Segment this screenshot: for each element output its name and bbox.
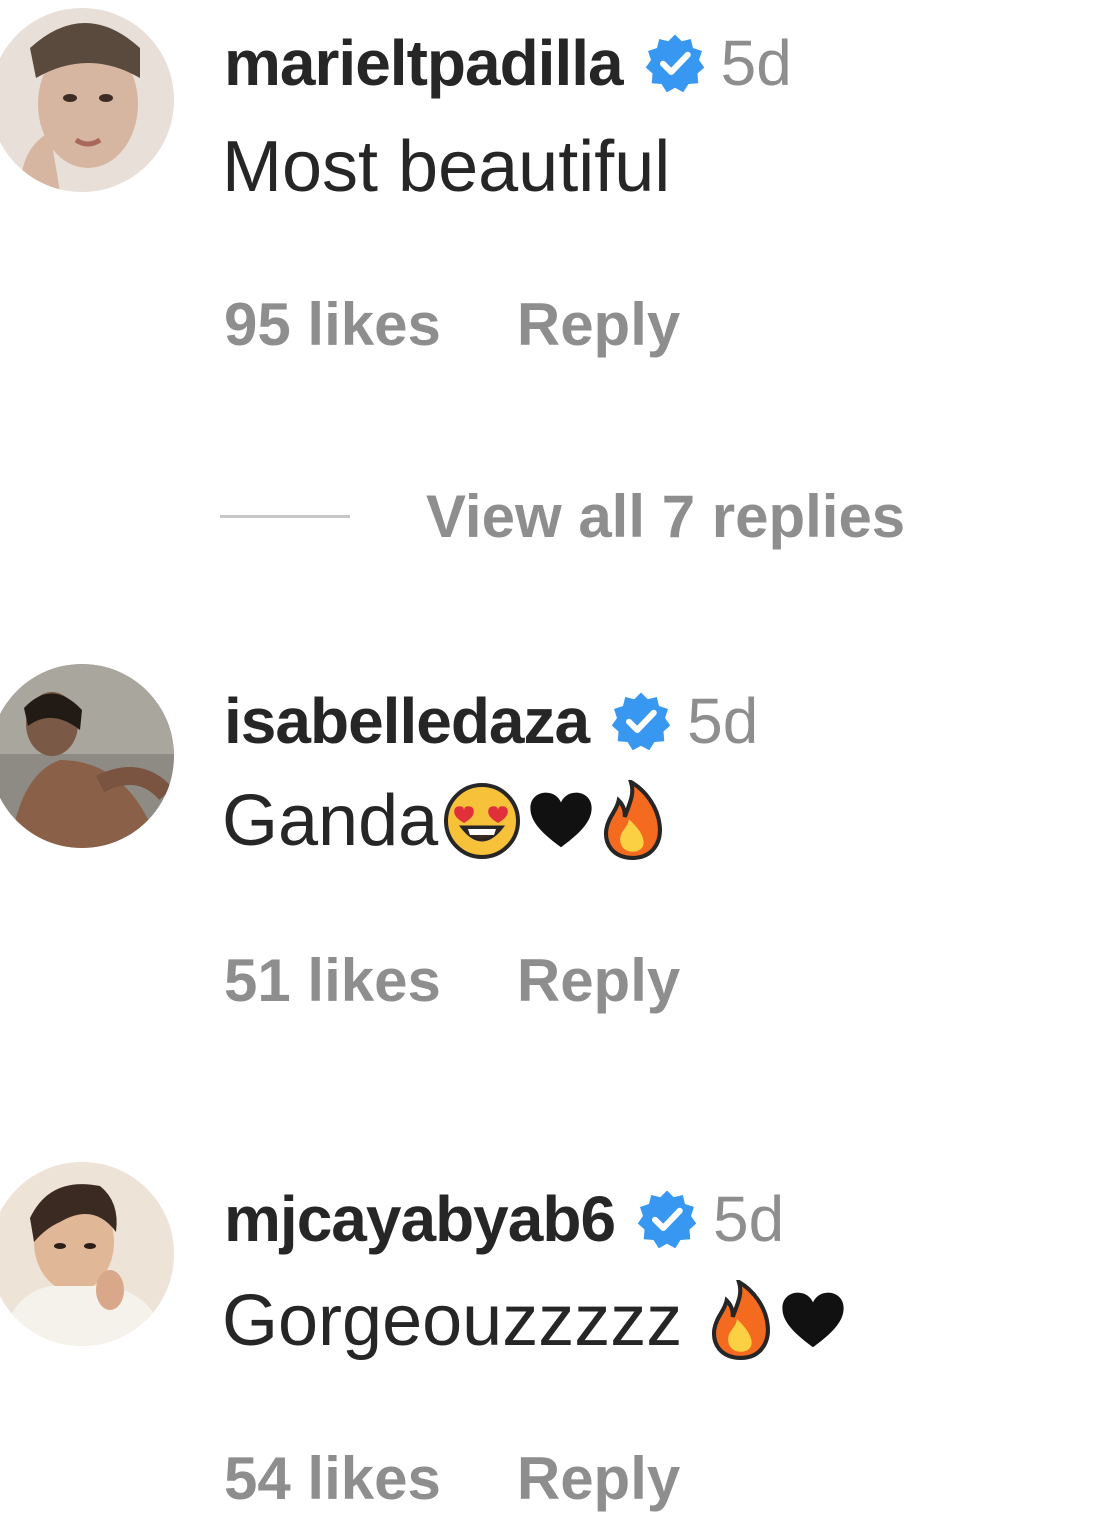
fire-emoji [708, 1280, 774, 1362]
heart-eyes-emoji [442, 781, 522, 861]
avatar[interactable] [0, 664, 174, 848]
black-heart-emoji [778, 1286, 848, 1356]
avatar-image [0, 664, 174, 848]
comment-text: Ganda [222, 781, 439, 861]
black-heart-emoji [526, 786, 596, 856]
username[interactable]: marieltpadilla [224, 26, 624, 100]
reply-button[interactable]: Reply [517, 946, 680, 1015]
comment-header: isabelledaza 5d [224, 684, 758, 758]
comment-actions: 54 likes Reply [224, 1444, 680, 1513]
reply-button[interactable]: Reply [517, 290, 680, 359]
username[interactable]: mjcayabyab6 [224, 1182, 616, 1256]
comment-text: Gorgeouzzzzz [222, 1281, 683, 1361]
verified-badge-icon [637, 1189, 697, 1249]
reply-thread-line [220, 515, 350, 518]
comment-header: marieltpadilla 5d [224, 26, 792, 100]
view-replies-button[interactable]: View all 7 replies [220, 482, 905, 551]
timestamp: 5d [713, 1183, 785, 1255]
timestamp: 5d [720, 27, 792, 99]
timestamp: 5d [687, 685, 759, 757]
likes-count[interactable]: 51 likes [224, 946, 441, 1015]
avatar[interactable] [0, 8, 174, 192]
comment-actions: 95 likes Reply [224, 290, 680, 359]
likes-count[interactable]: 95 likes [224, 290, 441, 359]
verified-badge-icon [645, 33, 705, 93]
username[interactable]: isabelledaza [224, 684, 590, 758]
comment-body: Gorgeouzzzzz [222, 1280, 848, 1362]
comment-body: Ganda [222, 780, 666, 862]
avatar[interactable] [0, 1162, 174, 1346]
comment-header: mjcayabyab6 5d [224, 1182, 784, 1256]
avatar-image [0, 8, 174, 192]
likes-count[interactable]: 54 likes [224, 1444, 441, 1513]
avatar-image [0, 1162, 174, 1346]
view-replies-label: View all 7 replies [426, 483, 906, 550]
comment-text: Most beautiful [222, 127, 671, 207]
comment-actions: 51 likes Reply [224, 946, 680, 1015]
fire-emoji [600, 780, 666, 862]
reply-button[interactable]: Reply [517, 1444, 680, 1513]
verified-badge-icon [611, 691, 671, 751]
